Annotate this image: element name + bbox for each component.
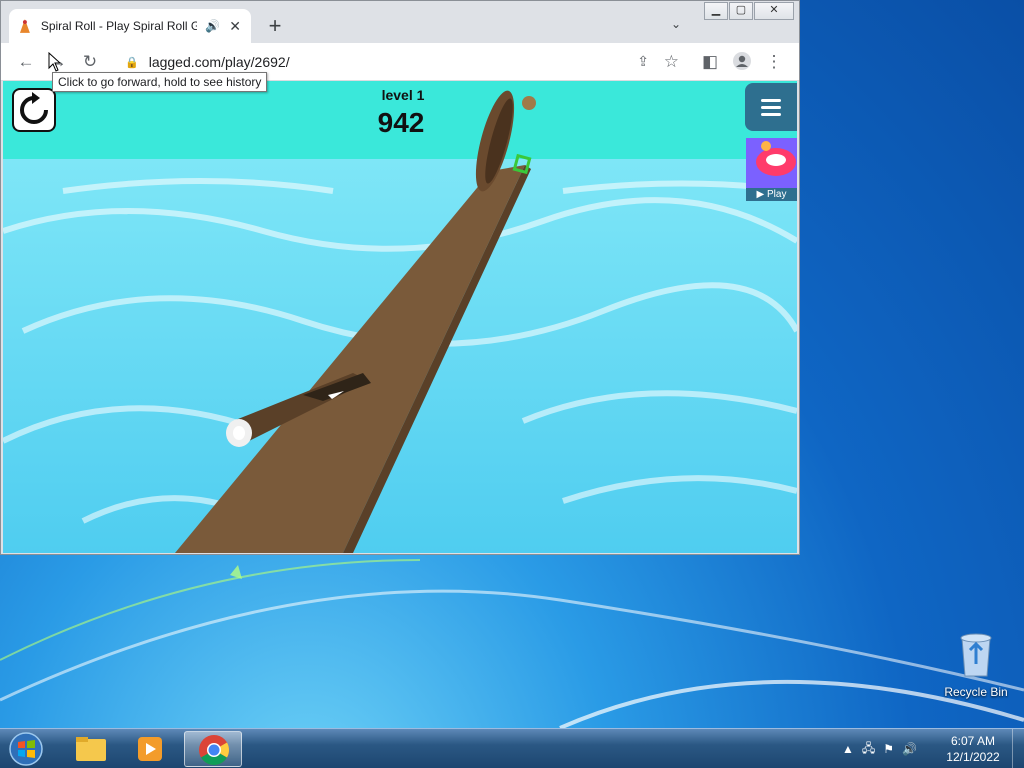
network-icon[interactable]: 🖧	[862, 739, 875, 760]
recycle-bin-shortcut[interactable]: Recycle Bin	[940, 630, 1012, 699]
media-player-icon	[138, 737, 162, 761]
game-canvas[interactable]: level 1 942 ▶ Play	[3, 81, 797, 553]
share-icon[interactable]: ⇪	[637, 53, 649, 70]
lagged-favicon-icon	[19, 19, 30, 33]
game-menu-button[interactable]	[745, 83, 797, 131]
recycle-bin-label: Recycle Bin	[944, 685, 1008, 699]
taskbar-media-player[interactable]	[122, 731, 180, 767]
browser-tab[interactable]: Spiral Roll - Play Spiral Roll G 🔊 ✕	[9, 9, 251, 43]
taskbar: ▲ 🖧 ⚑ 🔊 6:07 AM 12/1/2022	[0, 728, 1024, 768]
bookmark-star-icon[interactable]: ☆	[664, 52, 679, 72]
lock-icon: 🔒	[125, 56, 139, 69]
side-panel-icon[interactable]: ◧	[699, 51, 721, 73]
tab-strip: Spiral Roll - Play Spiral Roll G 🔊 ✕ + ⌄…	[1, 1, 799, 43]
show-desktop-button[interactable]	[1012, 729, 1024, 768]
score-value: 942	[377, 107, 425, 138]
hamburger-line	[761, 106, 781, 109]
taskbar-chrome[interactable]	[184, 731, 242, 767]
volume-icon[interactable]: 🔊	[902, 742, 917, 756]
maximize-button[interactable]: ▢	[729, 2, 753, 20]
show-hidden-icons-icon[interactable]: ▲	[842, 742, 854, 756]
close-window-button[interactable]: ✕	[754, 2, 794, 20]
recycle-bin-icon	[960, 633, 992, 677]
folder-icon	[76, 737, 106, 761]
restart-button[interactable]	[12, 88, 56, 132]
promo-play-label: ▶ Play	[746, 188, 797, 201]
clock-time: 6:07 AM	[950, 734, 996, 748]
minimize-button[interactable]: ▁	[704, 2, 728, 20]
tab-title: Spiral Roll - Play Spiral Roll G	[40, 19, 198, 33]
reload-button[interactable]: ↻	[79, 51, 101, 73]
hamburger-line	[761, 113, 781, 116]
clock-date: 12/1/2022	[946, 750, 1000, 764]
system-clock[interactable]: 6:07 AM 12/1/2022	[942, 733, 1004, 765]
new-tab-button[interactable]: +	[263, 15, 287, 39]
back-button[interactable]: ←	[15, 51, 37, 73]
system-tray: ▲ 🖧 ⚑ 🔊	[842, 729, 917, 768]
speaker-icon[interactable]: 🔊	[205, 19, 220, 33]
promo-thumbnail	[746, 138, 797, 188]
taskbar-explorer[interactable]	[62, 731, 120, 767]
tab-close-icon[interactable]: ✕	[227, 18, 243, 35]
action-center-flag-icon[interactable]: ⚑	[883, 742, 894, 756]
chrome-icon	[199, 735, 229, 765]
hamburger-line	[761, 99, 781, 102]
url-text: lagged.com/play/2692/	[148, 54, 290, 70]
menu-kebab-icon[interactable]: ⋮	[763, 51, 785, 73]
game-scene	[3, 81, 797, 553]
profile-avatar-icon[interactable]	[731, 51, 753, 73]
promo-game-tile[interactable]: ▶ Play	[746, 138, 797, 201]
mouse-cursor-icon	[48, 52, 62, 72]
tab-search-chevron-icon[interactable]: ⌄	[671, 17, 681, 31]
start-button[interactable]	[4, 730, 50, 768]
restart-icon	[20, 92, 48, 124]
level-label: level 1	[381, 87, 425, 103]
windows-orb-icon	[9, 732, 43, 766]
forward-tooltip: Click to go forward, hold to see history	[52, 72, 268, 92]
